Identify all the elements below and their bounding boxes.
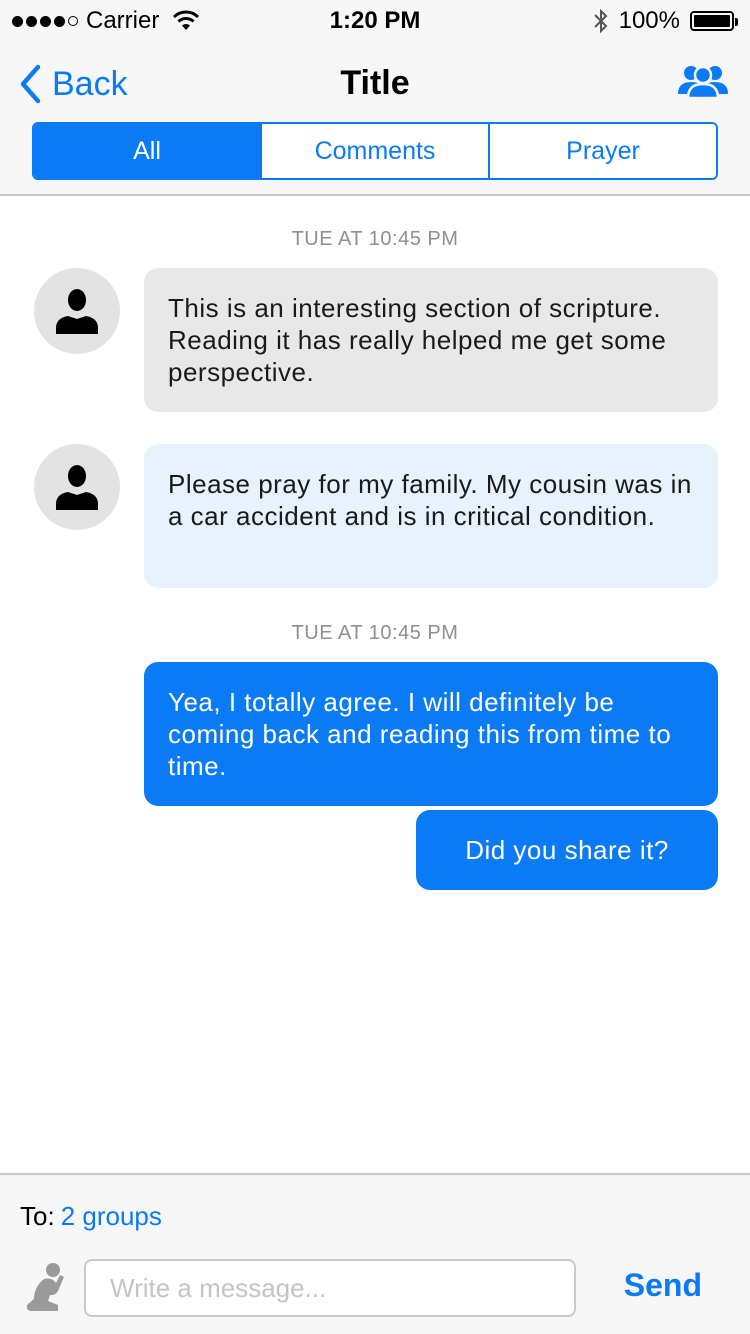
- praying-person-icon[interactable]: [22, 1261, 68, 1313]
- recipients-row: To: 2 groups: [20, 1201, 162, 1232]
- carrier-info: Carrier: [12, 7, 201, 35]
- back-button[interactable]: Back: [18, 60, 128, 108]
- message-bubble-comment[interactable]: This is an interesting section of script…: [144, 268, 718, 412]
- tab-all[interactable]: All: [34, 124, 260, 178]
- message-input[interactable]: [84, 1259, 576, 1317]
- person-silhouette-icon: [56, 289, 98, 334]
- navigation-bar: Back Title All Comments Prayer: [0, 40, 750, 196]
- group-people-icon[interactable]: [676, 62, 730, 102]
- tab-prayer[interactable]: Prayer: [488, 124, 716, 178]
- battery-info: 100%: [593, 7, 738, 35]
- message-timestamp: TUE AT 10:45 PM: [291, 228, 459, 250]
- chevron-left-icon: [20, 64, 41, 104]
- signal-dots-icon: [12, 15, 78, 27]
- send-button[interactable]: Send: [624, 1267, 702, 1304]
- to-label: To:: [20, 1201, 55, 1231]
- message-bubble-outgoing[interactable]: Did you share it?: [416, 810, 718, 890]
- carrier-label: Carrier: [86, 7, 160, 34]
- back-label: Back: [52, 64, 128, 103]
- wifi-icon: [173, 10, 200, 30]
- filter-segmented-control: All Comments Prayer: [32, 122, 718, 180]
- status-bar: Carrier 1:20 PM 100%: [0, 0, 750, 40]
- recipients-link[interactable]: 2 groups: [61, 1201, 162, 1231]
- person-silhouette-icon: [56, 465, 98, 510]
- avatar[interactable]: [34, 268, 120, 354]
- avatar[interactable]: [34, 444, 120, 530]
- message-composer: To:2 groups Send: [0, 1173, 750, 1334]
- bluetooth-icon: [593, 8, 608, 34]
- battery-percent: 100%: [618, 7, 680, 34]
- message-timestamp: TUE AT 10:45 PM: [291, 622, 459, 644]
- battery-icon: [690, 11, 738, 31]
- tab-comments[interactable]: Comments: [260, 124, 488, 178]
- message-bubble-outgoing[interactable]: Yea, I totally agree. I will definitely …: [144, 662, 718, 806]
- message-bubble-prayer[interactable]: Please pray for my family. My cousin was…: [144, 444, 718, 588]
